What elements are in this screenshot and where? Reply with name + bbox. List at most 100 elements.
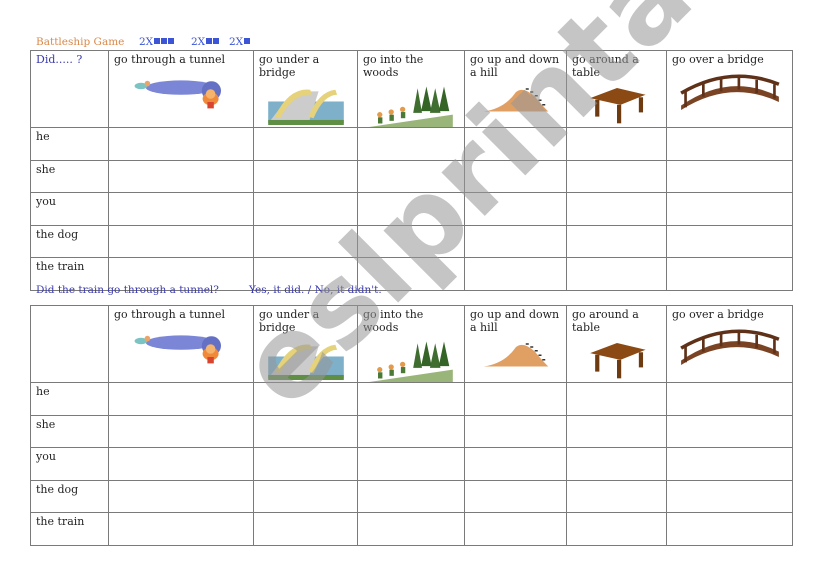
ship-square-icon — [161, 38, 168, 44]
grid-cell[interactable] — [253, 382, 358, 416]
row-label-text: the dog — [36, 482, 79, 496]
row-label-text: he — [36, 130, 50, 143]
row-label-text: the train — [36, 260, 85, 274]
grid-cell[interactable] — [666, 224, 793, 259]
grid-cell[interactable] — [666, 479, 793, 514]
grid-cell[interactable] — [253, 479, 358, 514]
grid-cell[interactable] — [666, 382, 793, 416]
grid-cell[interactable] — [357, 192, 465, 226]
grid-cell[interactable] — [464, 127, 567, 161]
column-label: go into the woods — [363, 53, 424, 79]
grid-cell[interactable] — [108, 414, 254, 449]
grid-cell[interactable] — [464, 382, 567, 416]
grid-cell[interactable] — [253, 414, 358, 449]
grid-cell[interactable] — [566, 512, 667, 546]
column-label: go over a bridge — [672, 308, 764, 321]
bridge-icon — [674, 325, 786, 365]
grid-cell[interactable] — [108, 224, 254, 259]
grid-cell[interactable] — [666, 414, 793, 449]
grid-cell[interactable] — [666, 127, 793, 161]
row-label: she — [30, 159, 109, 194]
grid-cell[interactable] — [666, 257, 793, 291]
grid-cell[interactable] — [566, 257, 667, 291]
tunnel-icon — [131, 325, 231, 365]
grid-cell[interactable] — [666, 159, 793, 194]
grid-cell[interactable] — [566, 224, 667, 259]
grid-cell[interactable] — [357, 447, 465, 481]
table-row: the dog — [30, 224, 793, 259]
grid-cell[interactable] — [108, 479, 254, 514]
grid-cell[interactable] — [666, 192, 793, 226]
row-label-text: you — [36, 195, 56, 209]
grid-cell[interactable] — [464, 159, 567, 194]
under-bridge-icon — [262, 338, 350, 380]
row-label: she — [30, 414, 109, 449]
grid-cell[interactable] — [357, 414, 465, 449]
grid-cell[interactable] — [464, 447, 567, 481]
column-header: go through a tunnel — [108, 305, 254, 383]
grid-cell[interactable] — [357, 224, 465, 259]
game-title: Battleship Game — [36, 36, 125, 48]
grid-cell[interactable] — [108, 127, 254, 161]
grid-cell[interactable] — [108, 192, 254, 226]
grid-cell[interactable] — [253, 127, 358, 161]
ship-label: 2X — [229, 36, 244, 48]
grid-cell[interactable] — [464, 479, 567, 514]
ship-square-icon — [154, 38, 161, 44]
example-question: Did the train go through a tunnel? — [36, 284, 219, 296]
grid-cell[interactable] — [666, 447, 793, 481]
grid-cell[interactable] — [464, 257, 567, 291]
grid-cell[interactable] — [108, 382, 254, 416]
grid-cell[interactable] — [253, 447, 358, 481]
column-label: go up and down a hill — [470, 308, 560, 334]
grid-cell[interactable] — [357, 127, 465, 161]
grid-cell[interactable] — [357, 479, 465, 514]
grid-cell[interactable] — [253, 224, 358, 259]
grid-cell[interactable] — [357, 159, 465, 194]
grid-cell[interactable] — [566, 414, 667, 449]
header-row: go through a tunnel go under a bridge go… — [30, 305, 793, 383]
did-question-label: Did..... ? — [36, 53, 83, 66]
ship-square-icon — [244, 38, 251, 44]
grid-cell[interactable] — [566, 447, 667, 481]
column-header: go over a bridge — [666, 305, 793, 383]
grid-cell[interactable] — [357, 382, 465, 416]
column-header: go into the woods — [357, 50, 465, 128]
grid-cell[interactable] — [566, 382, 667, 416]
grid-cell[interactable] — [108, 512, 254, 546]
column-header: go into the woods — [357, 305, 465, 383]
grid-cell[interactable] — [253, 159, 358, 194]
grid-cell[interactable] — [253, 192, 358, 226]
grid-cell[interactable] — [566, 479, 667, 514]
column-label: go through a tunnel — [114, 308, 226, 321]
row-label: he — [30, 127, 109, 161]
grid-cell[interactable] — [464, 224, 567, 259]
column-label: go around a table — [572, 53, 639, 79]
grid-cell[interactable] — [566, 127, 667, 161]
grid-cell[interactable] — [464, 512, 567, 546]
ship-square-icon — [213, 38, 220, 44]
column-label: go through a tunnel — [114, 53, 226, 66]
grid-cell[interactable] — [566, 159, 667, 194]
grid-cell[interactable] — [253, 512, 358, 546]
table-row: he — [30, 127, 793, 161]
grid-cell[interactable] — [464, 192, 567, 226]
grid-cell[interactable] — [566, 192, 667, 226]
row-label: the dog — [30, 224, 109, 259]
grid-cell[interactable] — [108, 447, 254, 481]
ship-3: 2X — [139, 36, 175, 48]
ship-square-icon — [168, 38, 175, 44]
grid-cell[interactable] — [108, 159, 254, 194]
grid-cell[interactable] — [464, 414, 567, 449]
row-label: you — [30, 447, 109, 481]
row-label: he — [30, 382, 109, 416]
woods-icon — [365, 83, 457, 127]
table-icon — [581, 338, 653, 380]
grid-cell[interactable] — [666, 512, 793, 546]
ship-label: 2X — [139, 36, 154, 48]
row-label: you — [30, 192, 109, 226]
grid-cell[interactable] — [357, 512, 465, 546]
corner-cell: Did..... ? — [30, 50, 109, 128]
row-label: the dog — [30, 479, 109, 514]
ship-2: 2X — [191, 36, 220, 48]
